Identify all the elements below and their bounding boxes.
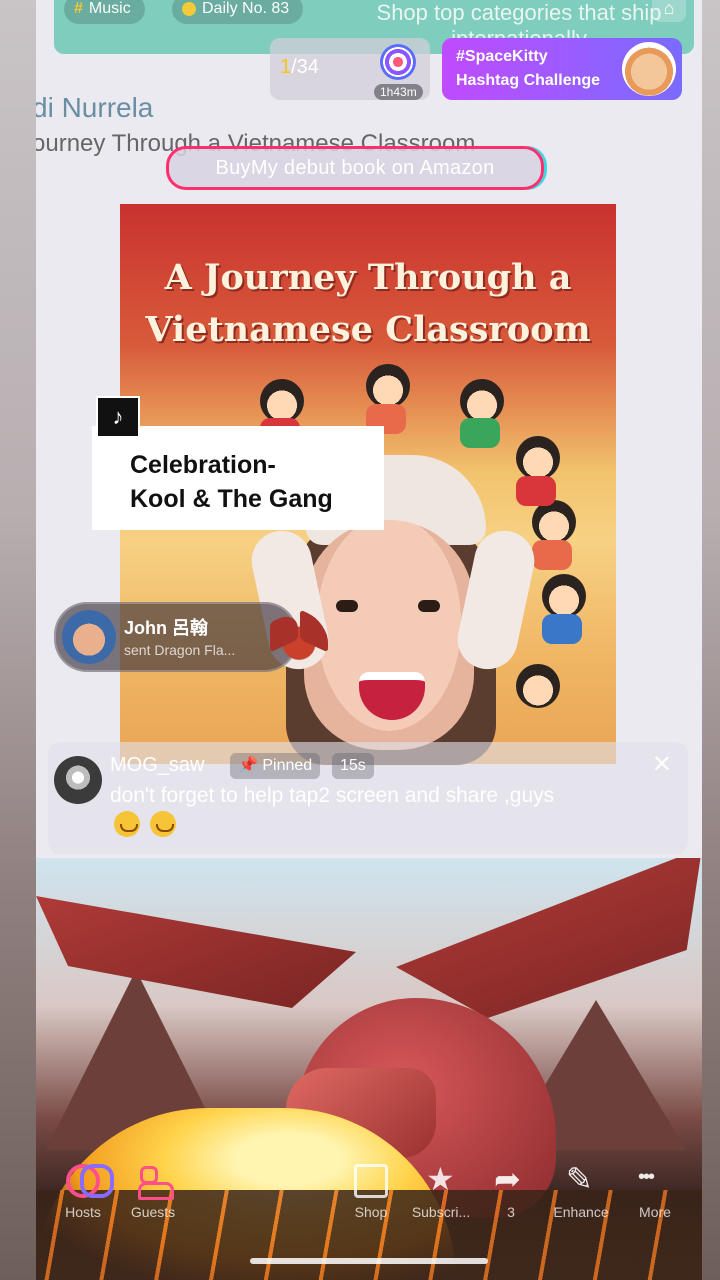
streamer-eye bbox=[418, 600, 440, 612]
rank-total: /34 bbox=[291, 56, 319, 78]
dragon-wing bbox=[396, 858, 702, 1018]
hosts-label: Hosts bbox=[65, 1204, 101, 1220]
pinned-badge: 📌 Pinned bbox=[230, 753, 321, 779]
book-cover-title: A Journey Through a Vietnamese Classroom bbox=[120, 252, 616, 356]
kid-illustration bbox=[460, 379, 504, 423]
kid-illustration bbox=[460, 418, 500, 448]
pin-icon: 📌 bbox=[238, 757, 258, 774]
streamer-eye bbox=[336, 600, 358, 612]
pinned-comment-body: don't forget to help tap2 screen and sha… bbox=[110, 784, 555, 807]
hashtag-name: #SpaceKitty bbox=[456, 48, 548, 65]
book-title-line1: A Journey Through a bbox=[164, 257, 572, 298]
enhance-button[interactable]: Enhance bbox=[546, 1160, 616, 1220]
home-icon[interactable]: ⌂ bbox=[652, 0, 686, 22]
promo-pill[interactable]: BuyMy debut book on Amazon bbox=[166, 146, 544, 190]
daily-chip[interactable]: Daily No. 83 bbox=[172, 0, 304, 24]
comment-age: 15s bbox=[332, 753, 374, 779]
pinned-comment[interactable]: MOG_saw 📌 Pinned 15s ✕ don't forget to h… bbox=[48, 742, 688, 854]
home-indicator[interactable] bbox=[250, 1258, 488, 1264]
daily-chip-label: Daily No. 83 bbox=[202, 0, 290, 17]
song-artist: Kool & The Gang bbox=[130, 485, 333, 513]
space-kitty-avatar bbox=[622, 42, 676, 96]
more-button[interactable]: More bbox=[620, 1164, 690, 1220]
pinned-badge-label: Pinned bbox=[262, 757, 313, 774]
commenter-name: MOG_saw bbox=[110, 754, 205, 776]
smile-emoji-icon bbox=[114, 811, 140, 838]
rank-count: 1/34 bbox=[280, 56, 319, 79]
gift-notification[interactable]: John 呂翰 sent Dragon Fla... bbox=[54, 602, 330, 672]
enhance-label: Enhance bbox=[553, 1204, 609, 1220]
kid-illustration bbox=[542, 614, 582, 644]
hosts-icon bbox=[66, 1164, 114, 1198]
close-icon[interactable]: ✕ bbox=[652, 750, 672, 779]
shop-button[interactable]: Shop bbox=[336, 1164, 406, 1220]
hosts-button[interactable]: Hosts bbox=[48, 1164, 118, 1220]
shop-bag-icon bbox=[354, 1164, 388, 1198]
kid-illustration bbox=[542, 574, 586, 618]
subscribe-star-icon bbox=[424, 1160, 458, 1198]
song-title: Celebration- bbox=[130, 451, 276, 479]
kid-illustration bbox=[516, 664, 560, 708]
dragon-gift-icon bbox=[268, 612, 330, 664]
kid-illustration bbox=[366, 364, 410, 408]
kid-illustration bbox=[516, 436, 560, 480]
book-title-line2: Vietnamese Classroom bbox=[145, 309, 591, 350]
guests-label: Guests bbox=[130, 1204, 176, 1220]
commenter-avatar[interactable] bbox=[54, 756, 102, 804]
kid-illustration bbox=[260, 379, 304, 423]
smile-emoji-icon bbox=[149, 811, 176, 838]
guests-button[interactable]: Guests bbox=[118, 1164, 188, 1220]
more-label: More bbox=[639, 1204, 671, 1220]
now-playing-text: Celebration- Kool & The Gang bbox=[130, 448, 333, 516]
music-chip[interactable]: # Music bbox=[64, 0, 145, 24]
live-stream-stage: # Music Daily No. 83 Shop top categories… bbox=[36, 0, 702, 1280]
share-count: 3 bbox=[507, 1204, 515, 1220]
gift-sender-avatar[interactable] bbox=[62, 610, 116, 664]
kid-illustration bbox=[532, 500, 576, 544]
hashtag-challenge-widget[interactable]: #SpaceKitty Hashtag Challenge bbox=[442, 38, 682, 100]
bottom-action-bar: Hosts Guests Shop Subscri... 3 Enhance M… bbox=[36, 1160, 702, 1234]
share-button[interactable]: 3 bbox=[476, 1160, 546, 1220]
host-name: di Nurrela bbox=[36, 92, 154, 123]
coin-icon bbox=[182, 2, 196, 16]
gift-sender-name: John 呂翰 bbox=[124, 618, 208, 638]
hash-icon: # bbox=[74, 0, 83, 17]
now-playing-card: Celebration- Kool & The Gang bbox=[92, 426, 384, 530]
tiktok-logo-icon: ♪ bbox=[96, 396, 140, 438]
more-dots-icon bbox=[638, 1164, 672, 1198]
subscribe-label: Subscri... bbox=[411, 1204, 471, 1220]
pinned-comment-text: don't forget to help tap2 screen and sha… bbox=[110, 782, 670, 838]
target-icon bbox=[380, 44, 416, 80]
kid-illustration bbox=[532, 540, 572, 570]
share-arrow-icon bbox=[494, 1160, 528, 1198]
kid-illustration bbox=[516, 476, 556, 506]
hashtag-label: Hashtag Challenge bbox=[456, 72, 601, 89]
music-chip-label: Music bbox=[88, 0, 131, 17]
rank-position: 1 bbox=[280, 56, 292, 78]
subscribe-button[interactable]: Subscri... bbox=[406, 1160, 476, 1220]
guests-icon bbox=[136, 1164, 174, 1200]
rank-timer: 1h43m bbox=[374, 84, 423, 100]
enhance-wand-icon bbox=[564, 1160, 598, 1198]
gift-description: sent Dragon Fla... bbox=[124, 642, 236, 658]
shop-label: Shop bbox=[354, 1204, 388, 1220]
ranking-widget[interactable]: 1/34 1h43m bbox=[270, 38, 430, 100]
